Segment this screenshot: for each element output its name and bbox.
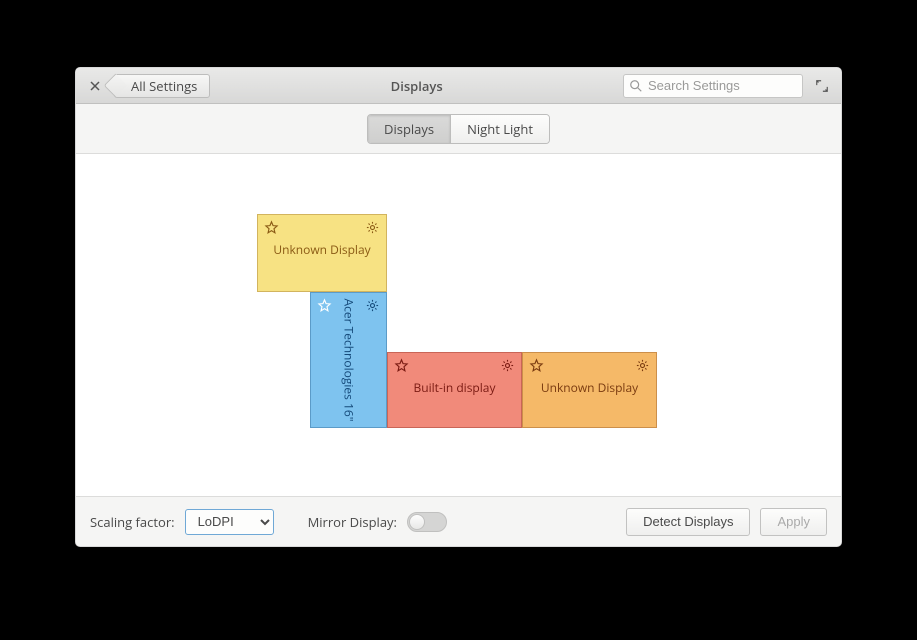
page-title: Displays: [218, 77, 615, 95]
scaling-select[interactable]: LoDPI: [185, 509, 274, 535]
tab-night-light[interactable]: Night Light: [450, 115, 549, 143]
display-disp-orange[interactable]: Unknown Display: [522, 352, 657, 428]
apply-button[interactable]: Apply: [760, 508, 827, 536]
gear-icon[interactable]: [635, 358, 650, 373]
tab-displays[interactable]: Displays: [368, 115, 450, 143]
display-canvas[interactable]: Unknown Display Acer Technologies 16" Bu…: [76, 154, 841, 496]
search-wrap: [623, 74, 803, 98]
breadcrumb-all-settings[interactable]: All Settings: [114, 74, 210, 98]
search-icon: [629, 79, 643, 93]
display-label: Unknown Display: [523, 379, 656, 396]
close-icon: [90, 81, 100, 91]
tab-segment: Displays Night Light: [367, 114, 550, 144]
search-input[interactable]: [623, 74, 803, 98]
star-icon[interactable]: [394, 358, 409, 373]
settings-window: All Settings Displays Displays Night Lig…: [75, 67, 842, 547]
display-label: Unknown Display: [258, 241, 386, 258]
star-icon[interactable]: [317, 298, 332, 313]
display-label: Acer Technologies 16": [340, 299, 357, 422]
titlebar: All Settings Displays: [76, 68, 841, 104]
gear-icon[interactable]: [365, 220, 380, 235]
footer: Scaling factor: LoDPI Mirror Display: De…: [76, 496, 841, 546]
scaling-label: Scaling factor:: [90, 513, 175, 531]
detect-displays-button[interactable]: Detect Displays: [626, 508, 750, 536]
breadcrumb-label: All Settings: [131, 77, 197, 95]
display-disp-yellow[interactable]: Unknown Display: [257, 214, 387, 292]
mirror-toggle[interactable]: [407, 512, 447, 532]
star-icon[interactable]: [264, 220, 279, 235]
display-label: Built-in display: [388, 379, 521, 396]
maximize-icon: [815, 79, 829, 93]
tab-bar: Displays Night Light: [76, 104, 841, 154]
close-button[interactable]: [84, 75, 106, 97]
toggle-knob: [409, 514, 425, 530]
display-disp-red[interactable]: Built-in display: [387, 352, 522, 428]
gear-icon[interactable]: [500, 358, 515, 373]
mirror-label: Mirror Display:: [308, 513, 397, 531]
star-icon[interactable]: [529, 358, 544, 373]
display-disp-blue[interactable]: Acer Technologies 16": [310, 292, 387, 428]
gear-icon[interactable]: [365, 298, 380, 313]
maximize-button[interactable]: [811, 75, 833, 97]
